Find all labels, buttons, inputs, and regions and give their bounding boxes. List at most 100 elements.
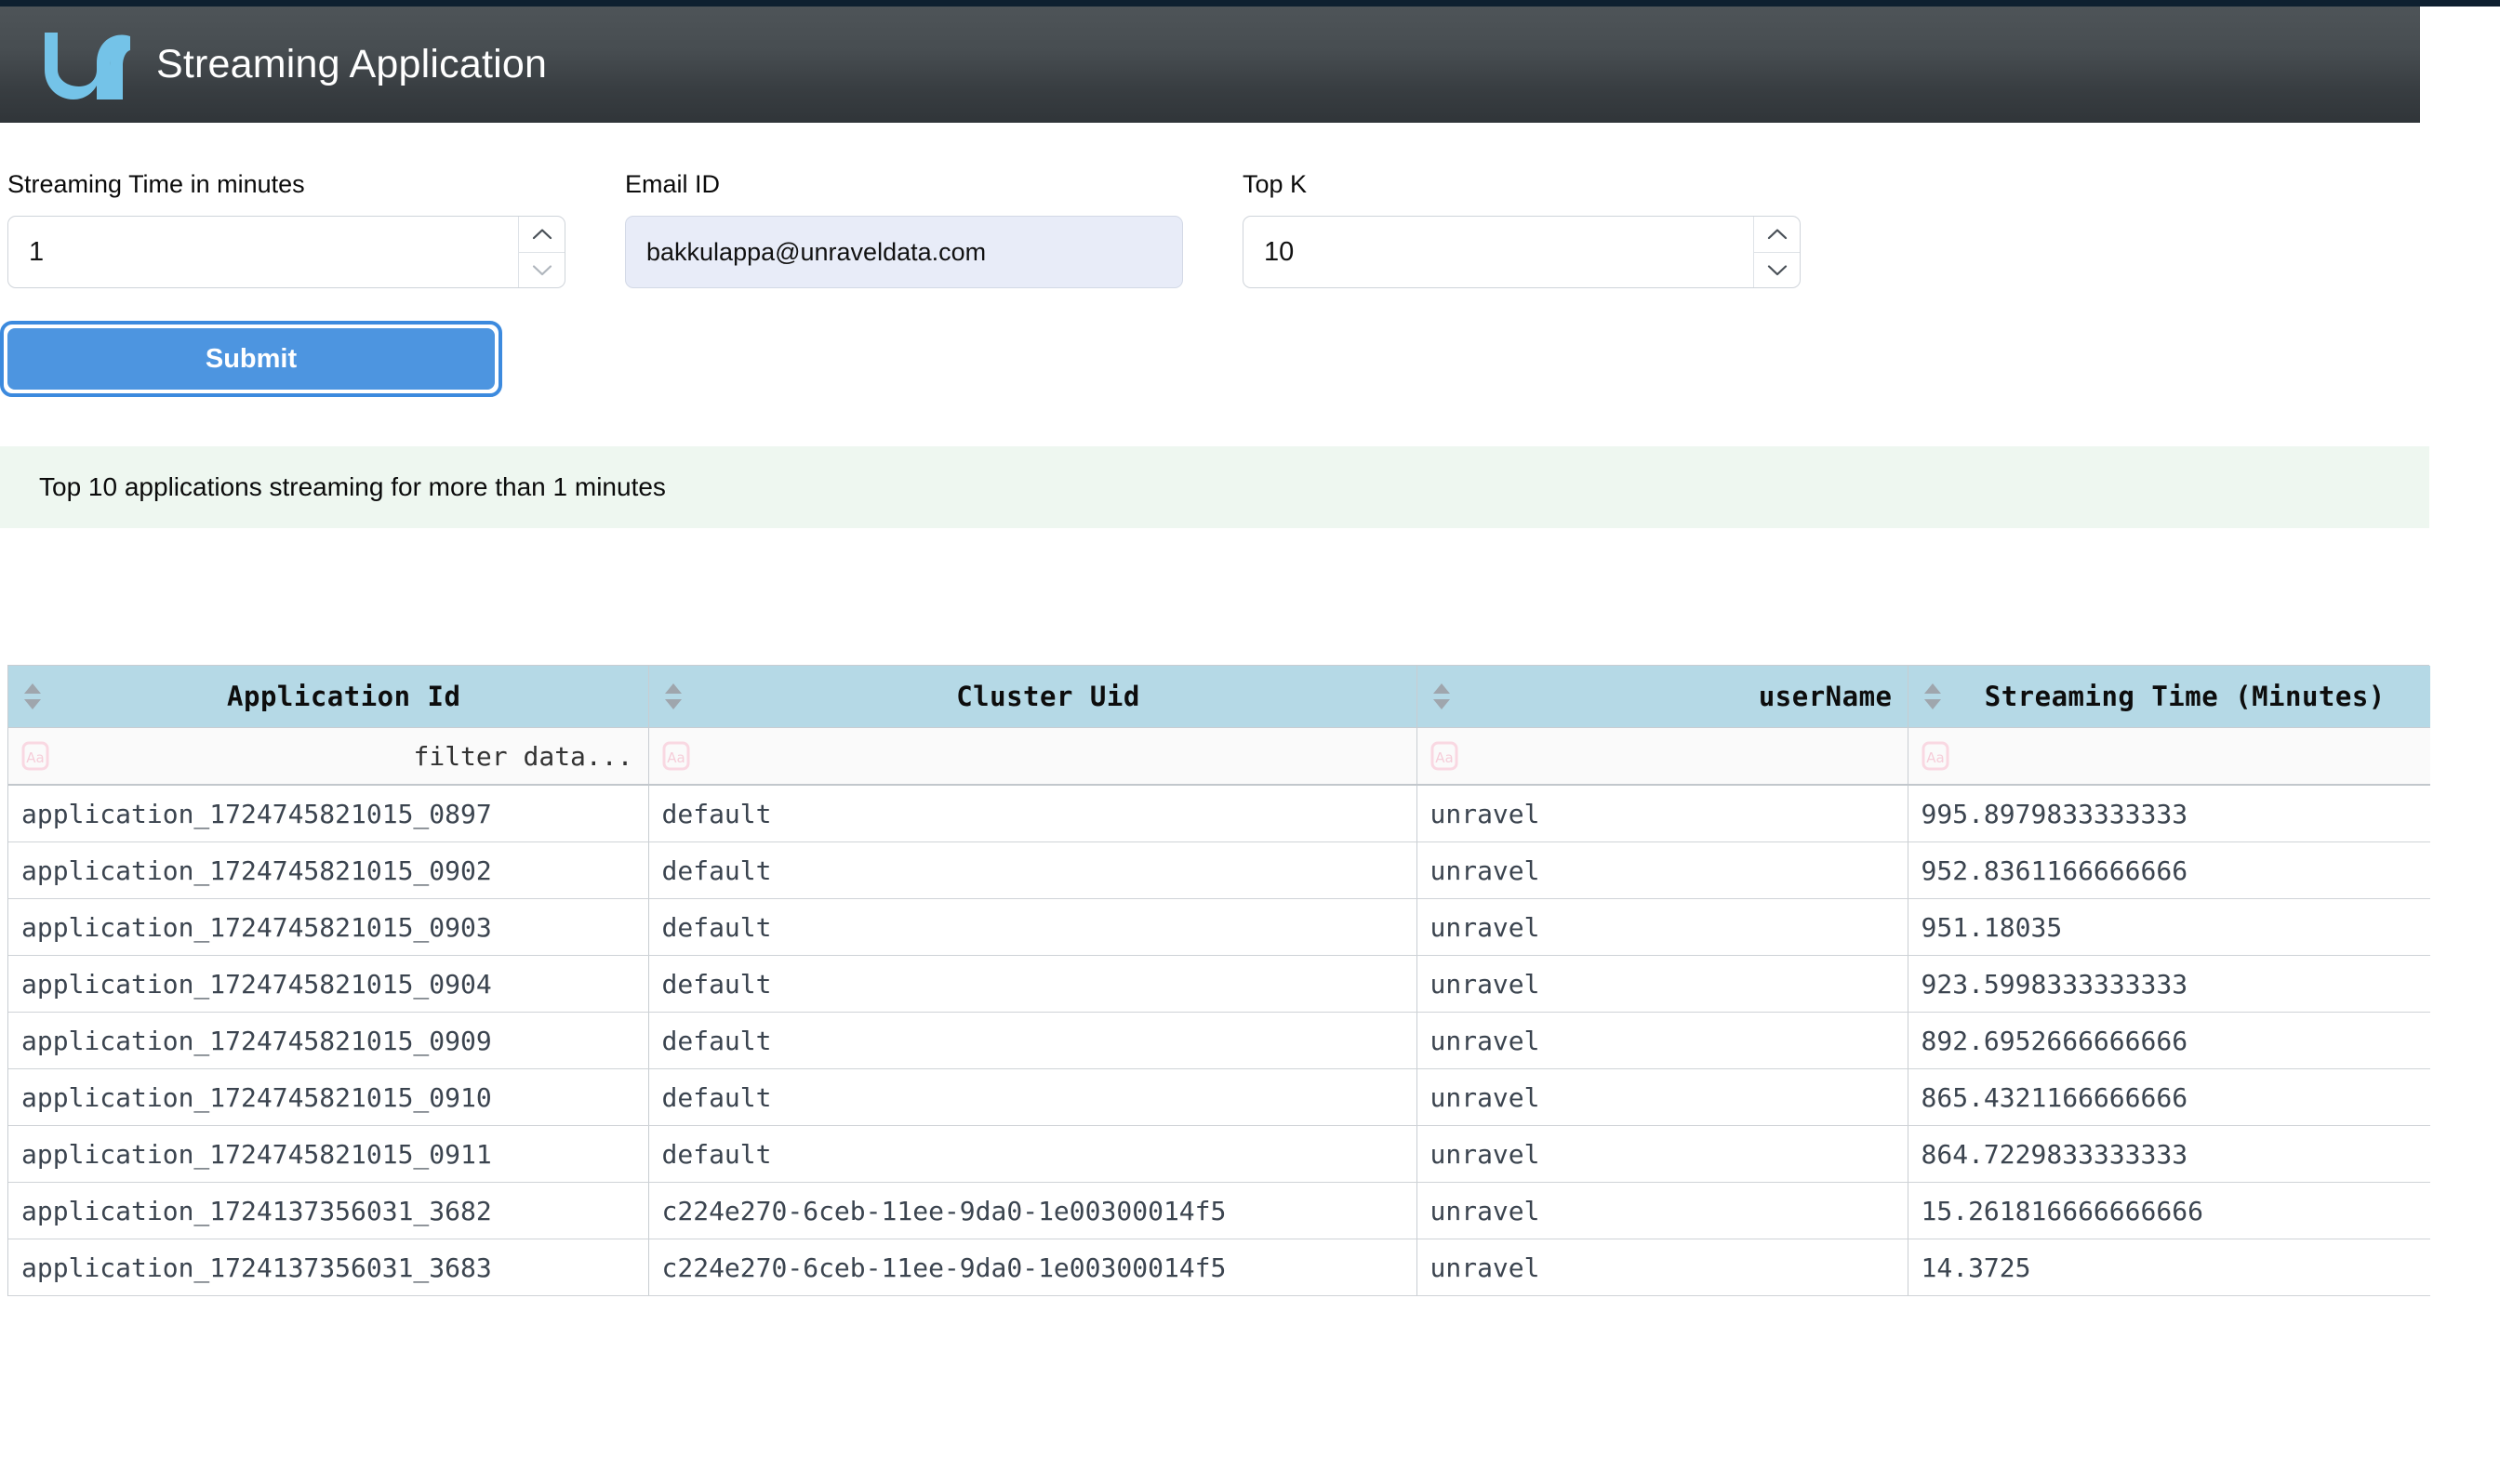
un-logo xyxy=(41,29,130,105)
column-header-username[interactable]: userName xyxy=(1416,666,1908,728)
field-top-k: Top K 10 xyxy=(1243,172,1801,288)
text-filter-aa-icon[interactable]: Aa xyxy=(1430,739,1458,773)
table-row: application_1724745821015_0897defaultunr… xyxy=(8,785,2430,842)
table-cell-cluster-uid: default xyxy=(648,899,1416,956)
svg-text:Aa: Aa xyxy=(26,749,44,766)
top-k-value: 10 xyxy=(1243,239,1753,266)
email-input[interactable]: bakkulappa@unraveldata.com xyxy=(625,216,1183,288)
chevron-up-icon xyxy=(532,228,552,240)
streaming-time-stepper[interactable] xyxy=(518,217,565,287)
chevron-down-icon xyxy=(532,264,552,276)
table-cell-username: unravel xyxy=(1416,956,1908,1013)
column-header-label: Cluster Uid xyxy=(688,681,1409,712)
table-cell-streaming-time: 952.8361166666666 xyxy=(1908,842,2430,899)
column-header-label: userName xyxy=(1456,681,1900,712)
svg-text:Aa: Aa xyxy=(1926,749,1944,766)
text-filter-aa-icon[interactable]: Aa xyxy=(21,739,49,773)
column-header-cluster-uid[interactable]: Cluster Uid xyxy=(648,666,1416,728)
header-row: Application Id Cluster Uid xyxy=(8,666,2430,728)
table-row: application_1724745821015_0903defaultunr… xyxy=(8,899,2430,956)
email-id-label: Email ID xyxy=(625,172,1183,197)
table-cell-username: unravel xyxy=(1416,1183,1908,1239)
results-table-body: application_1724745821015_0897defaultunr… xyxy=(8,785,2430,1296)
results-table: Application Id Cluster Uid xyxy=(8,666,2430,1296)
streaming-time-input[interactable]: 1 xyxy=(7,216,565,288)
streaming-time-label: Streaming Time in minutes xyxy=(7,172,565,197)
top-k-stepper[interactable] xyxy=(1753,217,1800,287)
filter-cell-cluster-uid[interactable]: Aa xyxy=(648,728,1416,786)
text-filter-aa-icon[interactable]: Aa xyxy=(662,739,690,773)
top-k-increment-button[interactable] xyxy=(1754,217,1800,253)
svg-text:Aa: Aa xyxy=(667,749,685,766)
table-cell-application-id: application_1724745821015_0904 xyxy=(8,956,648,1013)
table-cell-cluster-uid: default xyxy=(648,1013,1416,1069)
app-header-bar: Streaming Application xyxy=(0,7,2420,123)
field-email-id: Email ID bakkulappa@unraveldata.com xyxy=(625,172,1183,288)
streaming-time-decrement-button[interactable] xyxy=(519,253,565,288)
column-header-application-id[interactable]: Application Id xyxy=(8,666,648,728)
table-cell-application-id: application_1724745821015_0910 xyxy=(8,1069,648,1126)
table-row: application_1724745821015_0909defaultunr… xyxy=(8,1013,2430,1069)
page-title: Streaming Application xyxy=(156,45,547,85)
streaming-time-value: 1 xyxy=(8,239,518,266)
table-cell-cluster-uid: default xyxy=(648,1126,1416,1183)
filter-cell-username[interactable]: Aa xyxy=(1416,728,1908,786)
top-navy-strip xyxy=(0,0,2500,7)
table-cell-cluster-uid: default xyxy=(648,842,1416,899)
table-cell-application-id: application_1724745821015_0909 xyxy=(8,1013,648,1069)
table-cell-username: unravel xyxy=(1416,785,1908,842)
top-k-input[interactable]: 10 xyxy=(1243,216,1801,288)
table-row: application_1724745821015_0904defaultunr… xyxy=(8,956,2430,1013)
status-banner: Top 10 applications streaming for more t… xyxy=(0,446,2429,528)
form-controls-row: Streaming Time in minutes 1 Email ID bak… xyxy=(0,172,2500,293)
table-cell-username: unravel xyxy=(1416,1069,1908,1126)
results-table-container: Application Id Cluster Uid xyxy=(7,665,2429,1296)
table-cell-username: unravel xyxy=(1416,842,1908,899)
field-streaming-time: Streaming Time in minutes 1 xyxy=(7,172,565,288)
chevron-down-icon xyxy=(1767,264,1788,276)
table-cell-application-id: application_1724745821015_0902 xyxy=(8,842,648,899)
table-cell-streaming-time: 995.8979833333333 xyxy=(1908,785,2430,842)
filter-cell-streaming-time[interactable]: Aa xyxy=(1908,728,2430,786)
top-k-decrement-button[interactable] xyxy=(1754,253,1800,288)
status-banner-text: Top 10 applications streaming for more t… xyxy=(39,472,666,502)
table-cell-username: unravel xyxy=(1416,1126,1908,1183)
streaming-time-increment-button[interactable] xyxy=(519,217,565,253)
table-cell-cluster-uid: default xyxy=(648,956,1416,1013)
results-table-header: Application Id Cluster Uid xyxy=(8,666,2430,785)
table-cell-username: unravel xyxy=(1416,1239,1908,1296)
table-row: application_1724745821015_0910defaultunr… xyxy=(8,1069,2430,1126)
column-header-label: Streaming Time (Minutes) xyxy=(1948,681,2424,712)
submit-button[interactable]: Submit xyxy=(7,328,495,390)
submit-button-focus-ring: Submit xyxy=(0,321,502,397)
sort-updown-icon[interactable] xyxy=(1922,681,1944,712)
table-row: application_1724745821015_0911defaultunr… xyxy=(8,1126,2430,1183)
email-value: bakkulappa@unraveldata.com xyxy=(646,238,986,267)
column-header-streaming-time[interactable]: Streaming Time (Minutes) xyxy=(1908,666,2430,728)
table-cell-streaming-time: 892.6952666666666 xyxy=(1908,1013,2430,1069)
chevron-up-icon xyxy=(1767,228,1788,240)
column-header-label: Application Id xyxy=(47,681,641,712)
table-cell-streaming-time: 923.5998333333333 xyxy=(1908,956,2430,1013)
table-cell-cluster-uid: c224e270-6ceb-11ee-9da0-1e00300014f5 xyxy=(648,1183,1416,1239)
text-filter-aa-icon[interactable]: Aa xyxy=(1922,739,1949,773)
table-cell-application-id: application_1724745821015_0911 xyxy=(8,1126,648,1183)
table-row: application_1724137356031_3683c224e270-6… xyxy=(8,1239,2430,1296)
filter-cell-application-id[interactable]: Aa filter data... xyxy=(8,728,648,786)
table-cell-cluster-uid: default xyxy=(648,1069,1416,1126)
table-cell-streaming-time: 865.4321166666666 xyxy=(1908,1069,2430,1126)
table-cell-cluster-uid: c224e270-6ceb-11ee-9da0-1e00300014f5 xyxy=(648,1239,1416,1296)
sort-updown-icon[interactable] xyxy=(1430,681,1453,712)
filter-input-application-id[interactable]: filter data... xyxy=(49,741,639,772)
table-cell-cluster-uid: default xyxy=(648,785,1416,842)
table-cell-streaming-time: 14.3725 xyxy=(1908,1239,2430,1296)
table-cell-streaming-time: 864.7229833333333 xyxy=(1908,1126,2430,1183)
table-cell-streaming-time: 951.18035 xyxy=(1908,899,2430,956)
table-cell-username: unravel xyxy=(1416,899,1908,956)
sort-updown-icon[interactable] xyxy=(662,681,685,712)
sort-updown-icon[interactable] xyxy=(21,681,44,712)
table-row: application_1724137356031_3682c224e270-6… xyxy=(8,1183,2430,1239)
table-row: application_1724745821015_0902defaultunr… xyxy=(8,842,2430,899)
table-cell-application-id: application_1724137356031_3683 xyxy=(8,1239,648,1296)
svg-text:Aa: Aa xyxy=(1435,749,1453,766)
